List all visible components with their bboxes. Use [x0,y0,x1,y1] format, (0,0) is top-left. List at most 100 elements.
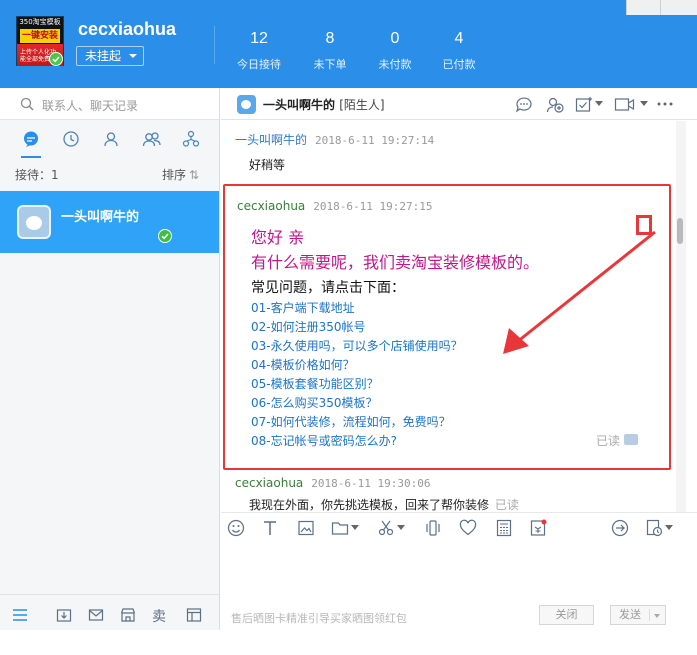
greeting-text: 您好 亲 [251,228,305,247]
faq-link[interactable]: 04-模板价格如何？ [251,356,355,373]
chat-title[interactable]: 一头叫啊牛的 [陌生人] [263,96,385,113]
user-name: cecxiaohua [78,19,177,39]
tab-groups[interactable] [138,124,164,158]
screenshot-icon[interactable] [377,519,395,537]
chevron-down-icon[interactable] [654,614,660,618]
tab-contacts[interactable] [98,124,124,158]
message-sender: cecxiaohua [237,199,306,213]
message-text: 我现在外面，你先挑选模板，回来了帮你装修 已读 [249,496,519,512]
tab-recent[interactable] [58,124,84,158]
faq-link[interactable]: 01-客户端下载地址 [251,299,355,316]
chat-header: 一头叫啊牛的 [陌生人] [221,88,697,120]
shop-icon[interactable] [120,607,136,623]
header-divider [214,26,215,64]
faq-link[interactable]: 07-如何代装修，流程如何，免费吗？ [251,413,451,430]
task-icon[interactable] [575,96,593,113]
faq-link[interactable]: 03-永久使用吗，可以多个店铺使用吗？ [251,337,463,354]
sidebar-bottom-bar: 卖 [0,594,219,634]
folder-icon[interactable] [331,519,349,537]
message-time: 2018-6-11 19:30:06 [311,477,431,490]
faq-link[interactable]: 02-如何注册350帐号 [251,318,366,335]
status-dropdown[interactable]: 未挂起 [76,46,144,66]
scrollbar-thumb[interactable] [677,218,683,244]
sidebar-tabs [0,124,219,158]
message-time: 2018-6-11 19:27:15 [313,200,433,213]
faq-link[interactable]: 06-怎么购买350模板？ [251,394,378,411]
group-icon [142,132,161,147]
stat-value: 12 [250,30,268,47]
transfer-icon[interactable] [611,519,629,537]
quick-reply-icon[interactable] [515,96,533,113]
avatar-line1: 350淘宝模板 [19,18,61,26]
vibrate-icon[interactable] [424,519,442,537]
org-icon [182,130,200,147]
stat-today[interactable]: 12 今日接待 [224,30,294,72]
stat-unpaid[interactable]: 0 未付款 [360,30,430,72]
red-packet-icon[interactable] [529,519,547,537]
heart-icon[interactable] [459,519,477,537]
mail-icon[interactable] [88,607,104,623]
stat-not-ordered[interactable]: 8 未下单 [295,30,365,72]
contact-name: 一头叫啊牛的 [61,210,140,225]
stat-value: 4 [454,30,464,47]
chevron-down-icon[interactable] [665,525,673,531]
image-icon[interactable] [297,519,315,537]
send-label: 发送 [619,608,641,621]
font-icon[interactable] [261,519,279,537]
add-contact-icon[interactable] [546,96,564,113]
message-scrollbar[interactable] [676,121,686,512]
message-input[interactable] [221,542,697,602]
chevron-down-icon[interactable] [351,525,359,531]
close-window-button[interactable] [660,0,697,15]
calculator-icon[interactable] [495,519,513,537]
send-divider [649,609,650,621]
send-button[interactable]: 发送 [610,605,666,625]
window-icon[interactable] [186,607,202,623]
message-text: 好稍等 [249,158,286,172]
video-call-icon[interactable] [614,96,636,113]
contact-item[interactable]: 一头叫啊牛的 [0,191,219,253]
message-header: cecxiaohua 2018-6-11 19:30:06 [235,476,431,490]
queue-count: 接待：1 [15,168,59,182]
chevron-down-icon[interactable] [595,101,603,107]
search-bar[interactable]: 联系人、聊天记录 [0,88,219,120]
avatar-line2: 一键安装 [20,29,60,43]
sell-icon[interactable]: 卖 [152,606,166,626]
chat-contact-avatar [237,95,256,114]
search-icon [20,97,34,111]
history-icon[interactable] [645,519,663,537]
tab-organization[interactable] [178,124,204,158]
chevron-down-icon[interactable] [397,525,405,531]
faq-link[interactable]: 08-忘记帐号或密码怎么办? [251,432,397,449]
message-header: 一头叫啊牛的 2018-6-11 19:27:14 [235,131,434,148]
menu-icon[interactable] [12,607,28,623]
stat-label: 今日接待 [237,58,281,71]
status-label: 未挂起 [85,49,122,63]
stat-value: 8 [325,30,335,47]
chevron-down-icon [129,54,137,58]
online-check-icon [49,52,63,66]
contact-avatar [17,205,51,239]
stat-paid[interactable]: 4 已付款 [424,30,494,72]
faq-link[interactable]: 05-模板套餐功能区别？ [251,375,379,392]
more-icon[interactable] [657,102,673,106]
message-header: cecxiaohua 2018-6-11 19:27:15 [237,199,433,213]
message-body: 我现在外面，你先挑选模板，回来了帮你装修 [249,498,490,512]
minimize-button[interactable] [626,0,660,15]
stranger-tag: [陌生人] [339,98,385,112]
sort-icon: ⇅ [189,168,200,182]
app-header: 350淘宝模板 一键安装 上传个人化功能全部免费 cecxiaohua 未挂起 … [0,0,697,88]
search-input[interactable]: 联系人、聊天记录 [42,97,138,114]
read-receipt-icon [624,434,638,445]
download-icon[interactable] [56,607,72,623]
message-sender: cecxiaohua [235,476,304,490]
emoji-icon[interactable] [227,519,245,537]
sort-button[interactable]: 排序 ⇅ [162,166,199,183]
chevron-down-icon[interactable] [640,101,648,107]
close-button[interactable]: 关闭 [539,605,594,625]
clock-icon [63,131,79,147]
tab-chats[interactable] [18,124,44,158]
promo-tip[interactable]: 售后晒图卡精准引导买家晒图领红包 [231,610,407,626]
message-time: 2018-6-11 19:27:14 [315,134,435,147]
sort-label: 排序 [162,168,187,182]
